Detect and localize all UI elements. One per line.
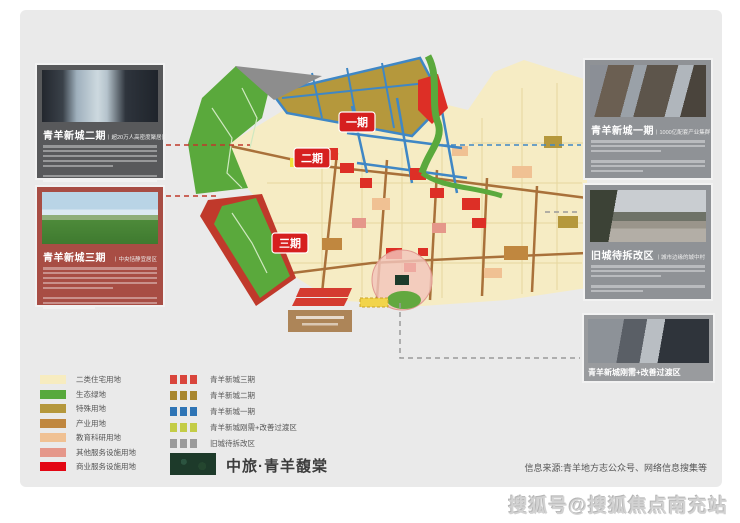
legend-label: 生态绿地 [76,390,106,399]
legend-land-use: 二类住宅用地 生态绿地 特殊用地 产业用地 教育科研用地 其他服务设施用地 商业… [40,375,175,477]
transition-photo [588,319,709,363]
legend-label: 青羊新城刚需+改善过渡区 [210,423,297,432]
legend-swatch [40,448,66,457]
legend-item: 教育科研用地 [40,433,175,442]
legend-item: 生态绿地 [40,390,175,399]
legend-label: 特殊用地 [76,404,106,413]
source-note: 信息来源:青羊地方志公众号、网络信息搜集等 [524,461,707,474]
legend-swatch [40,404,66,413]
legend-item: 产业用地 [40,419,175,428]
legend-dash-swatch [170,375,200,384]
phase1-photo [590,65,706,117]
legend-swatch [40,390,66,399]
legend-item: 青羊新城二期 [170,391,320,400]
phase2-title: 青羊新城二期 [43,127,106,142]
legend-item: 特殊用地 [40,404,175,413]
transition-caption: 青羊新城刚需+改善过渡区 [588,367,709,378]
card-transition: 青羊新城刚需+改善过渡区 [582,313,715,383]
oldtown-subtitle: 丨城市边缘的城中村 [655,253,705,261]
legend-label: 商业服务设施用地 [76,462,136,471]
oldtown-title: 旧城待拆改区 [591,247,654,262]
legend-label: 二类住宅用地 [76,375,121,384]
phase2-photo [42,70,158,122]
phase3-description [42,267,158,309]
phase3-title: 青羊新城三期 [43,249,106,264]
card-oldtown: 旧城待拆改区 丨城市边缘的城中村 [583,183,713,301]
legend-label: 其他服务设施用地 [76,448,136,457]
legend-swatch [40,419,66,428]
phase1-description [590,140,706,172]
legend-item: 旧城待拆改区 [170,439,320,448]
oldtown-description [590,265,706,292]
phase1-subtitle: 丨1000亿配套产业集群 [654,128,710,136]
legend-item: 青羊新城三期 [170,375,320,384]
watermark: 搜狐号@搜狐焦点南充站 [508,491,728,518]
legend-dash-swatch [170,391,200,400]
legend-dash-swatch [170,439,200,448]
legend-label: 青羊新城三期 [210,375,255,384]
legend-dash-swatch [170,423,200,432]
legend-item: 二类住宅用地 [40,375,175,384]
legend-item: 商业服务设施用地 [40,462,175,471]
legend-zones: 青羊新城三期 青羊新城二期 青羊新城一期 青羊新城刚需+改善过渡区 旧城待拆改区 [170,375,320,455]
phase1-title: 青羊新城一期 [591,122,654,137]
project-logo-text: 中旅·青羊馥棠 [226,455,328,476]
legend-item: 其他服务设施用地 [40,448,175,457]
legend-label: 青羊新城二期 [210,391,255,400]
phase2-subtitle: 丨超20万人高密度聚居区 [106,133,167,141]
legend-label: 产业用地 [76,419,106,428]
legend-swatch [40,462,66,471]
legend-label: 教育科研用地 [76,433,121,442]
phase2-description [42,145,158,187]
leader-transition [400,303,580,358]
card-phase1: 青羊新城一期 丨1000亿配套产业集群 [583,58,713,180]
phase3-photo [42,192,158,244]
legend-dash-swatch [170,407,200,416]
legend-swatch [40,433,66,442]
legend-item: 青羊新城刚需+改善过渡区 [170,423,320,432]
card-phase2: 青羊新城二期 丨超20万人高密度聚居区 [35,63,165,180]
oldtown-photo [590,190,706,242]
legend-label: 旧城待拆改区 [210,439,255,448]
legend-item: 青羊新城一期 [170,407,320,416]
phase3-subtitle: 丨中央恬静宜居区 [113,255,157,263]
project-logo-swatch [170,453,216,475]
legend-label: 青羊新城一期 [210,407,255,416]
card-phase3: 青羊新城三期 丨中央恬静宜居区 [35,185,165,307]
legend-swatch [40,375,66,384]
